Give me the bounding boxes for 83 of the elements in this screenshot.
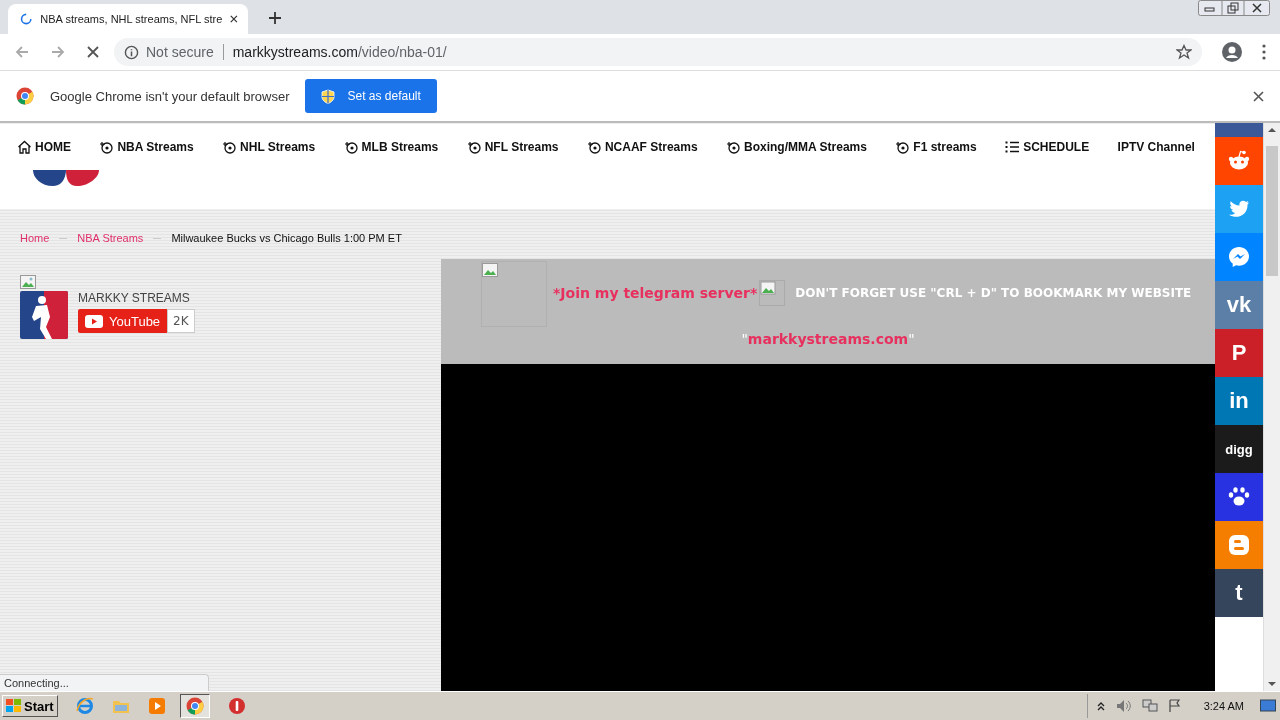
share-button[interactable]: vk	[1215, 281, 1263, 329]
breadcrumb-current: Milwaukee Bucks vs Chicago Bulls 1:00 PM ET	[171, 232, 402, 244]
security-label: Not secure	[146, 44, 214, 60]
taskbar-button[interactable]	[179, 694, 210, 718]
profile-icon[interactable]	[1222, 42, 1242, 62]
broken-image-icon	[20, 275, 36, 289]
nav-link[interactable]: NFL Streams	[466, 140, 559, 154]
menu-icon[interactable]	[1262, 44, 1266, 60]
tray-expand-icon[interactable]	[1095, 700, 1106, 712]
scrollbar[interactable]	[1263, 123, 1280, 691]
nav-link[interactable]: Boxing/MMA Streams	[726, 140, 867, 154]
nav-link[interactable]: NBA Streams	[99, 140, 194, 154]
ball-icon	[222, 140, 238, 154]
window-controls[interactable]	[1198, 0, 1270, 16]
bird-icon	[1228, 200, 1250, 218]
share-button[interactable]: in	[1215, 377, 1263, 425]
ball-icon	[895, 140, 911, 154]
show-desktop-icon[interactable]	[1260, 699, 1276, 713]
shield-icon	[321, 88, 336, 104]
star-icon[interactable]	[1176, 44, 1192, 60]
address-bar[interactable]: Not secure markkystreams.com/video/nba-01/	[114, 38, 1202, 66]
breadcrumb-link[interactable]: NBA Streams	[77, 232, 144, 244]
tab-title: NBA streams, NHL streams, NFL stre	[40, 13, 223, 25]
broken-image-icon	[759, 280, 786, 306]
stop-sign-icon[interactable]	[227, 697, 246, 715]
site-logo-icon	[33, 170, 99, 186]
list-icon	[1005, 141, 1021, 153]
chrome-logo-icon	[16, 87, 34, 105]
clock: 3:24 AM	[1203, 700, 1244, 712]
back-icon[interactable]	[14, 44, 30, 60]
share-button[interactable]	[1215, 473, 1263, 521]
url-text: markkystreams.com/video/nba-01/	[232, 44, 448, 60]
ball-icon	[466, 140, 482, 154]
breadcrumb-link[interactable]: Home	[20, 232, 50, 244]
channel-logo-icon	[20, 291, 68, 339]
quote-mark: "	[908, 331, 915, 347]
bookmark-notice: DON'T FORGET USE "CRL + D" TO BOOKMARK MY WEBSITE	[795, 286, 1192, 300]
flag-icon[interactable]	[1167, 699, 1182, 713]
play-icon	[85, 314, 103, 328]
forward-icon[interactable]	[50, 44, 66, 60]
set-default-button[interactable]: Set as default	[305, 79, 437, 113]
youtube-subscribe-button[interactable]: YouTube	[78, 309, 168, 333]
chrome-logo-icon	[185, 697, 204, 715]
close-icon[interactable]	[230, 14, 238, 24]
quote-mark: "	[741, 331, 748, 347]
ball-icon	[586, 140, 602, 154]
reddit-icon	[1227, 150, 1251, 172]
browser-tab[interactable]: NBA streams, NHL streams, NFL stre	[8, 4, 248, 34]
media-player-icon[interactable]	[147, 697, 166, 715]
scrollbar-thumb[interactable]	[1266, 146, 1278, 276]
stop-icon[interactable]	[86, 45, 100, 59]
close-icon[interactable]	[1253, 90, 1264, 102]
status-bubble: Connecting...	[0, 674, 209, 691]
share-button[interactable]: P	[1215, 329, 1263, 377]
internet-explorer-icon[interactable]	[75, 697, 94, 715]
share-button[interactable]: t	[1215, 569, 1263, 617]
paw-icon	[1228, 487, 1250, 507]
new-tab-icon[interactable]	[268, 11, 282, 25]
nav-link[interactable]: HOME	[17, 140, 71, 154]
nav-link[interactable]: IPTV Channel	[1117, 140, 1195, 154]
start-button[interactable]: Start	[2, 695, 58, 717]
infobar-message: Google Chrome isn't your default browser	[50, 88, 290, 104]
channel-name: MARKKY STREAMS	[78, 291, 191, 305]
share-button[interactable]: digg	[1215, 425, 1263, 473]
share-button[interactable]	[1215, 137, 1263, 185]
subscriber-count: 2K	[167, 309, 195, 333]
home-icon	[17, 140, 32, 154]
windows-logo-icon	[6, 699, 22, 713]
broken-image-icon	[482, 263, 498, 277]
nav-link[interactable]: NHL Streams	[222, 140, 316, 154]
ball-icon	[726, 140, 742, 154]
speaker-icon[interactable]	[1115, 699, 1132, 713]
nav-link[interactable]: MLB Streams	[343, 140, 439, 154]
info-icon	[124, 44, 139, 60]
ball-icon	[99, 140, 115, 154]
ball-icon	[343, 140, 359, 154]
share-button[interactable]	[1215, 233, 1263, 281]
nav-link[interactable]: NCAAF Streams	[586, 140, 698, 154]
blogger-icon	[1228, 534, 1250, 556]
network-icon[interactable]	[1141, 699, 1158, 713]
nav-link[interactable]: SCHEDULE	[1005, 140, 1090, 154]
messenger-icon	[1228, 246, 1250, 268]
nav-link[interactable]: F1 streams	[895, 140, 977, 154]
